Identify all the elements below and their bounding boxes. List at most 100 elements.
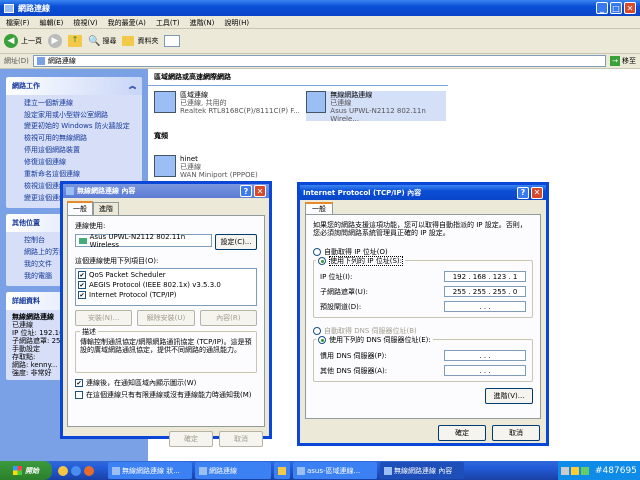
address-bar: 網址(D) 網路連線 → 移至 (0, 54, 640, 69)
up-folder-icon[interactable]: ↑ (68, 35, 82, 47)
tray-icon[interactable] (561, 466, 569, 475)
lan-connection-1[interactable]: 區域連線 已連線, 共用的 Realtek RTL8168C(P)/8111C(P)… (154, 91, 312, 121)
quick-launch-icon[interactable] (84, 465, 94, 476)
broadband-group-header: 寬頻 (154, 132, 168, 140)
back-button[interactable]: ◀ 上一頁 (4, 34, 42, 48)
menu-bar: 檔案(F) 編輯(E) 檢視(V) 我的最愛(A) 工具(T) 進階(N) 說明… (0, 16, 640, 29)
subnet-mask-input[interactable]: 255 . 255 . 255 . 0 (444, 286, 526, 297)
dns-group: 使用下列的 DNS 伺服器位址(E): 慣用 DNS 伺服器(P):. . . … (313, 335, 533, 382)
properties-button[interactable]: 內容(R) (199, 310, 257, 326)
window-icon (297, 466, 305, 475)
search-button[interactable]: 🔍 搜尋 (88, 36, 116, 47)
menu-advanced[interactable]: 進階(N) (190, 18, 215, 27)
description-group: 描述 傳輸控制通訊協定/網際網路通訊協定 (TCP/IP)。這是預設的廣域網路通… (75, 327, 257, 373)
menu-help[interactable]: 說明(H) (224, 18, 249, 27)
help-button[interactable]: ? (517, 186, 529, 199)
task-item[interactable]: 建立一個新連線 (6, 97, 142, 109)
list-item[interactable]: ✔ QoS Packet Scheduler (78, 270, 254, 280)
checkbox[interactable]: ✔ (78, 271, 86, 279)
collapse-icon[interactable]: ︽ (129, 81, 136, 91)
go-button[interactable]: → 移至 (610, 56, 636, 66)
quick-launch-icon[interactable] (71, 465, 81, 476)
window-titlebar: 網路連線 _ □ ✕ (0, 0, 640, 16)
lan-group-header: 區域網路或高速網際網路 (148, 69, 448, 86)
folders-button[interactable]: 資料夾 (122, 36, 158, 46)
checkbox[interactable]: ✔ (75, 379, 83, 387)
cancel-button[interactable]: 取消 (492, 425, 540, 441)
menu-view[interactable]: 檢視(V) (73, 18, 97, 27)
task-item[interactable]: 修復這個連線 (6, 156, 142, 168)
network-tasks-header[interactable]: 網路工作 ︽ (6, 77, 142, 95)
list-item[interactable]: ✔ AEGIS Protocol (IEEE 802.1x) v3.5.3.0 (78, 280, 254, 290)
maximize-button[interactable]: □ (610, 2, 622, 14)
close-button[interactable]: ✕ (254, 185, 266, 197)
close-button[interactable]: ✕ (531, 186, 543, 199)
menu-tools[interactable]: 工具(T) (156, 18, 180, 27)
advanced-button[interactable]: 進階(V)... (485, 388, 533, 404)
taskbar-item[interactable]: asus-區域連線... (293, 462, 377, 479)
close-button[interactable]: ✕ (624, 2, 636, 14)
taskbar-item[interactable]: 網路連線 (195, 462, 271, 479)
wireless-connection[interactable]: 無線網路連線 已連線 Asus UPWL-N2112 802.11n Wirele.… (306, 91, 446, 123)
adapter-icon (79, 237, 87, 244)
show-icon-option[interactable]: ✔ 連線後，在通知區域內顯示圖示(W) (75, 378, 257, 388)
watermark: #487695 (595, 465, 637, 476)
taskbar: 開始 無線網路連線 狀... 網路連線 asus-區域連線... 無線網路連線 … (0, 461, 640, 480)
connection-properties-dialog: 無線網路連線 內容 ? ✕ 一般 進階 連線使用: Asus UPWL-N2112… (60, 181, 272, 447)
install-button[interactable]: 安裝(N)... (75, 310, 133, 326)
properties-titlebar: 無線網路連線 內容 ? ✕ (63, 184, 269, 198)
tab-general[interactable]: 一般 (67, 201, 93, 215)
list-item[interactable]: ✔ Internet Protocol (TCP/IP) (78, 290, 254, 300)
task-item[interactable]: 檢視可用的無線網路 (6, 132, 142, 144)
uninstall-button[interactable]: 解除安裝(U) (137, 310, 195, 326)
app-icon (278, 466, 286, 475)
configure-button[interactable]: 設定(C)... (215, 234, 257, 250)
task-item[interactable]: 變更初始的 Windows 防火牆設定 (6, 121, 142, 132)
forward-button[interactable]: ▶ (48, 34, 62, 48)
tab-general[interactable]: 一般 (305, 202, 333, 214)
alternate-dns-input[interactable]: . . . (444, 365, 526, 376)
wireless-icon (112, 466, 120, 475)
taskbar-item[interactable] (274, 462, 290, 479)
task-item[interactable]: 重新命名這個連線 (6, 168, 142, 180)
checkbox[interactable]: ✔ (78, 291, 86, 299)
system-tray: #487695 (558, 461, 640, 480)
task-item[interactable]: 設定家用或小型辦公室網路 (6, 109, 142, 121)
broadband-connection-icon (154, 155, 176, 177)
gateway-input[interactable]: . . . (444, 301, 526, 312)
network-icon (199, 466, 207, 475)
minimize-button[interactable]: _ (596, 2, 608, 14)
cancel-button[interactable]: 取消 (219, 431, 263, 447)
search-icon: 🔍 (88, 35, 101, 47)
menu-edit[interactable]: 編輯(E) (40, 18, 64, 27)
taskbar-item[interactable]: 無線網路連線 內容 (380, 462, 464, 479)
address-input[interactable]: 網路連線 (32, 55, 606, 67)
tray-icon[interactable] (571, 466, 579, 475)
ok-button[interactable]: 確定 (169, 431, 213, 447)
ok-button[interactable]: 確定 (438, 425, 486, 441)
task-item[interactable]: 停用這個網路裝置 (6, 144, 142, 156)
use-ip-option[interactable]: 使用下列的 IP 位址(S): (316, 256, 405, 266)
components-list: ✔ QoS Packet Scheduler ✔ AEGIS Protocol (I… (75, 268, 257, 306)
checkbox[interactable] (75, 391, 83, 399)
windows-logo-icon (13, 466, 22, 475)
radio[interactable] (318, 336, 326, 344)
views-button[interactable] (164, 35, 181, 47)
tab-advanced[interactable]: 進階 (93, 202, 119, 215)
radio[interactable] (313, 248, 321, 256)
toolbar: ◀ 上一頁 ▶ ↑ 🔍 搜尋 資料夾 (0, 29, 640, 54)
start-button[interactable]: 開始 (0, 461, 52, 480)
taskbar-item[interactable]: 無線網路連線 狀... (108, 462, 192, 479)
ip-address-input[interactable]: 192 . 168 . 123 . 1 (444, 271, 526, 282)
menu-favorites[interactable]: 我的最愛(A) (108, 18, 146, 27)
quick-launch-icon[interactable] (58, 465, 68, 476)
notify-option[interactable]: 在這個連線只有有限連線或沒有連線能力時通知我(M) (75, 390, 257, 400)
radio[interactable] (313, 327, 321, 335)
preferred-dns-input[interactable]: . . . (444, 350, 526, 361)
use-dns-option[interactable]: 使用下列的 DNS 伺服器位址(E): (316, 335, 433, 345)
help-button[interactable]: ? (240, 185, 252, 197)
radio[interactable] (318, 257, 326, 265)
checkbox[interactable]: ✔ (78, 281, 86, 289)
tray-icon[interactable] (581, 466, 589, 475)
menu-file[interactable]: 檔案(F) (6, 18, 30, 27)
